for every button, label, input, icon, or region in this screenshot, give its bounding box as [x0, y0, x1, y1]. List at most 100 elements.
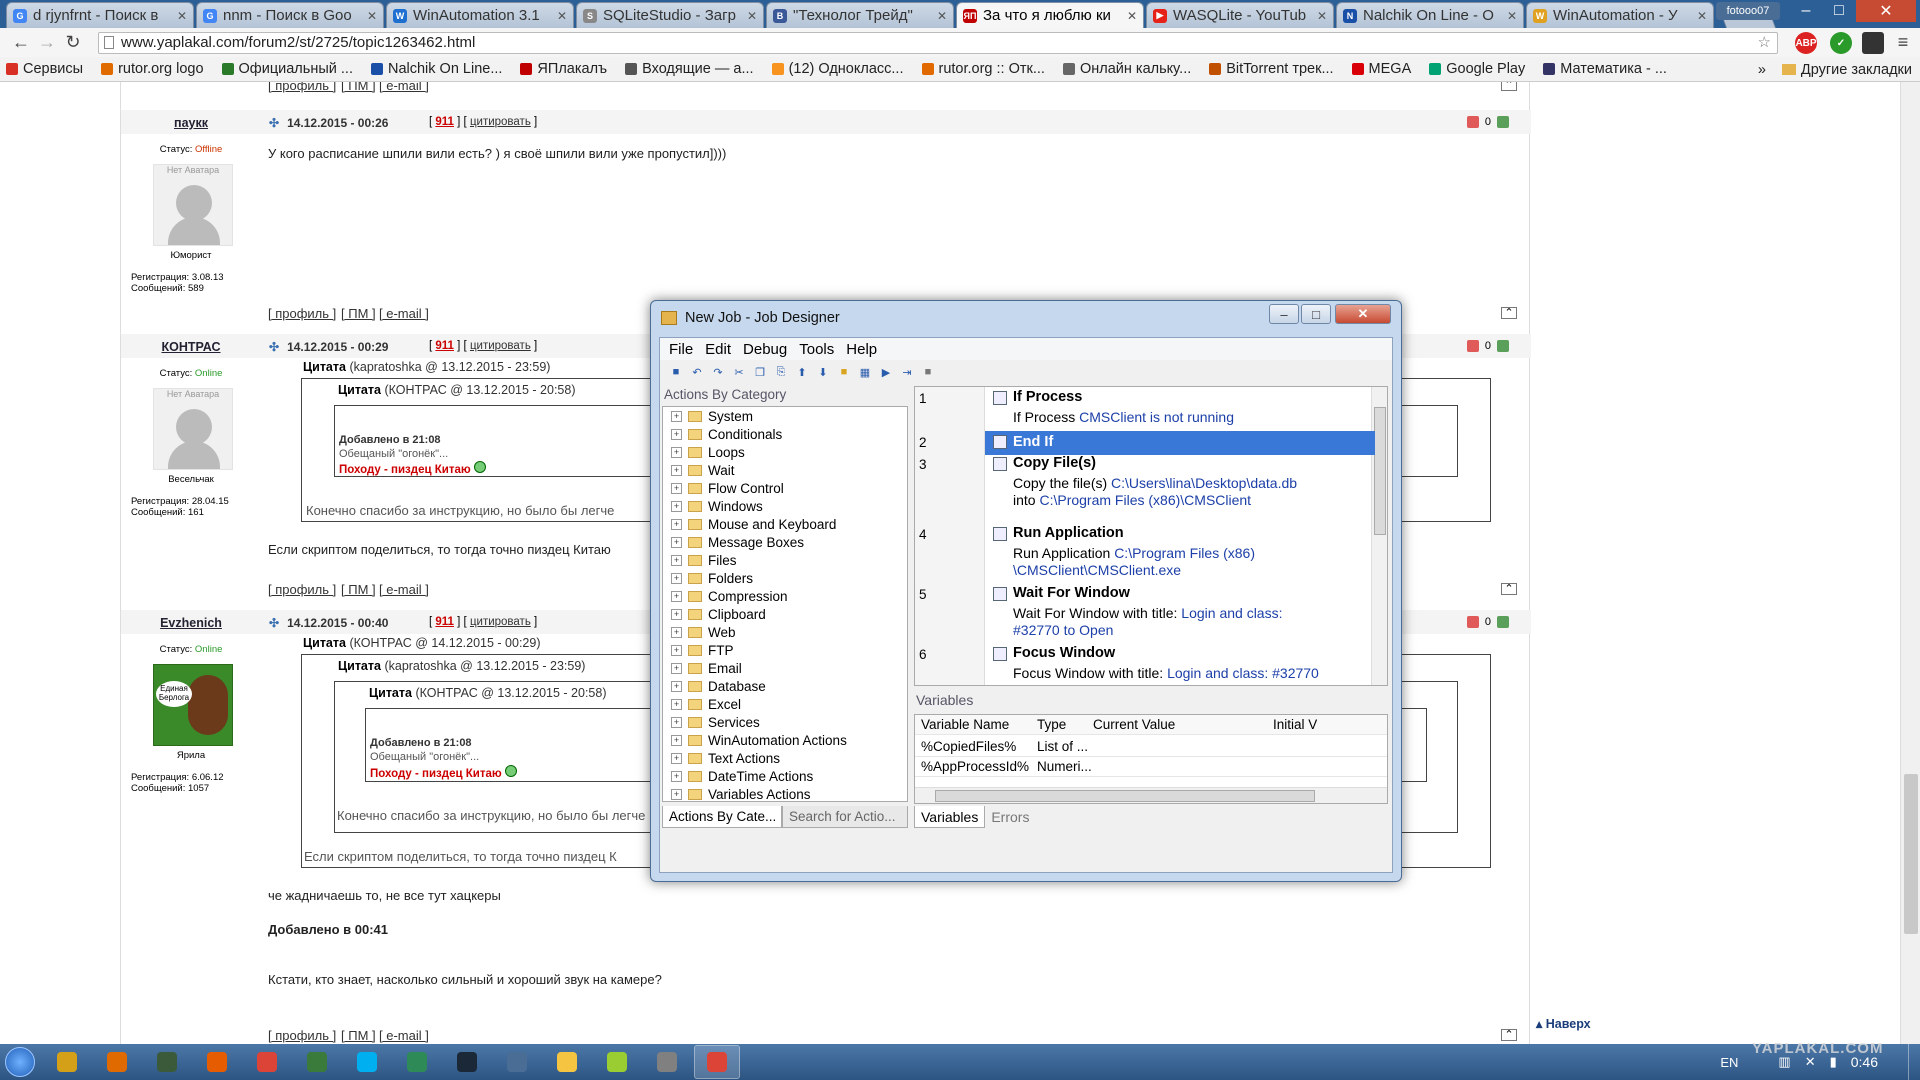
action-row[interactable]: 2 End If [915, 431, 1375, 455]
taskbar-app-button[interactable] [94, 1045, 140, 1079]
close-tab-icon[interactable]: ✕ [937, 9, 947, 23]
rating-link[interactable]: 911 [435, 340, 454, 352]
taskbar-app-button[interactable] [444, 1045, 490, 1079]
expand-icon[interactable]: + [671, 734, 682, 746]
maximize-window-button[interactable]: □ [1822, 0, 1856, 22]
expand-icon[interactable]: + [671, 752, 682, 764]
table-row[interactable]: %AppProcessId% Numeri... [915, 757, 1387, 777]
email-link[interactable]: [ e-mail ] [379, 82, 429, 93]
quote-link[interactable]: цитировать [470, 340, 531, 352]
close-tab-icon[interactable]: ✕ [1127, 9, 1137, 23]
move-down-icon[interactable]: ⬇ [815, 364, 831, 380]
column-header[interactable]: Initial V [1273, 717, 1317, 732]
close-window-button[interactable]: ✕ [1856, 0, 1916, 22]
post-author[interactable]: Evzhenich [121, 616, 261, 630]
profile-link[interactable]: [ профиль ] [268, 1028, 336, 1043]
browser-tab[interactable]: В "Технолог Трейд" ✕ [766, 2, 954, 28]
close-tab-icon[interactable]: ✕ [1697, 9, 1707, 23]
show-desktop-button[interactable] [1908, 1044, 1920, 1080]
expand-icon[interactable]: + [671, 518, 682, 530]
tree-item-category[interactable]: + DateTime Actions [663, 767, 907, 785]
taskbar-app-button[interactable] [594, 1045, 640, 1079]
reload-icon[interactable]: ↻ [60, 32, 86, 53]
vote-down-icon[interactable] [1466, 116, 1479, 128]
close-tab-icon[interactable]: ✕ [1317, 9, 1327, 23]
menu-debug[interactable]: Debug [743, 341, 787, 358]
tree-item-category[interactable]: + Database [663, 677, 907, 695]
copy-icon[interactable]: ❐ [752, 364, 768, 380]
bookmark-item[interactable]: Входящие — а... [625, 61, 754, 77]
browser-tab[interactable]: Gd rjynfrnt - Поиск в ✕ [6, 2, 194, 28]
email-link[interactable]: [ e-mail ] [379, 582, 429, 597]
extension-icon[interactable] [1862, 32, 1884, 54]
expand-icon[interactable]: + [671, 626, 682, 638]
close-button[interactable]: ✕ [1335, 304, 1391, 324]
back-icon[interactable]: ← [8, 32, 34, 53]
tab-variables[interactable]: Variables [914, 806, 986, 828]
bookmark-item[interactable]: Google Play [1429, 61, 1525, 77]
taskbar-app-button[interactable] [344, 1045, 390, 1079]
tree-item-category[interactable]: + Compression [663, 587, 907, 605]
action-row[interactable]: 1 If Process If Process CMSClient is not r… [915, 387, 1375, 431]
move-up-icon[interactable]: ⬆ [794, 364, 810, 380]
action-row[interactable]: 5 Wait For Window Wait For Window with tit… [915, 583, 1375, 643]
language-indicator[interactable]: EN [1720, 1055, 1738, 1070]
bookmark-item[interactable]: Nalchik On Line... [370, 61, 502, 77]
expand-icon[interactable]: + [671, 410, 682, 422]
taskbar-app-button[interactable] [294, 1045, 340, 1079]
bookmark-star-icon[interactable]: ☆ [1758, 33, 1771, 53]
taskbar-app-button[interactable] [394, 1045, 440, 1079]
tree-item-category[interactable]: + Folders [663, 569, 907, 587]
quote-link[interactable]: цитировать [470, 616, 531, 628]
browser-tab[interactable]: W WinAutomation 3.1 ✕ [386, 2, 574, 28]
profile-button[interactable]: fotooo07 [1716, 2, 1780, 20]
taskbar-app-button[interactable] [44, 1045, 90, 1079]
tree-item-category[interactable]: + Windows [663, 497, 907, 515]
browser-tab[interactable]: Gnnm - Поиск в Goo ✕ [196, 2, 384, 28]
minimize-button[interactable]: – [1269, 304, 1299, 324]
post-author[interactable]: КОНТРАС [121, 340, 261, 354]
close-tab-icon[interactable]: ✕ [557, 9, 567, 23]
close-tab-icon[interactable]: ✕ [177, 9, 187, 23]
expand-icon[interactable]: + [671, 770, 682, 782]
taskbar-app-button[interactable] [544, 1045, 590, 1079]
quote-link[interactable]: цитировать [470, 116, 531, 128]
tab-errors[interactable]: Errors [985, 806, 1035, 828]
close-tab-icon[interactable]: ✕ [747, 9, 757, 23]
tree-item-category[interactable]: + Files [663, 551, 907, 569]
undo-icon[interactable]: ↶ [689, 364, 705, 380]
tree-item-category[interactable]: + WinAutomation Actions [663, 731, 907, 749]
tree-item-category[interactable]: + Variables Actions [663, 785, 907, 801]
pm-link[interactable]: [ ПМ ] [341, 582, 376, 597]
tree-item-category[interactable]: + Clipboard [663, 605, 907, 623]
bookmark-item[interactable]: Математика - ... [1543, 61, 1667, 77]
tree-item-category[interactable]: + Conditionals [663, 425, 907, 443]
stop-icon[interactable]: ■ [920, 364, 936, 380]
post-link-icon[interactable]: ✣ [269, 616, 279, 630]
maximize-button[interactable]: □ [1301, 304, 1331, 324]
tree-item-category[interactable]: + Mouse and Keyboard [663, 515, 907, 533]
expand-icon[interactable]: + [671, 500, 682, 512]
expand-icon[interactable]: + [671, 482, 682, 494]
back-to-top-link[interactable]: ▴ Наверх [1536, 1016, 1591, 1031]
column-header[interactable]: Current Value [1093, 717, 1175, 732]
bookmarks-more-button[interactable]: » [1758, 62, 1766, 78]
column-header[interactable]: Variable Name [921, 717, 1009, 732]
expand-icon[interactable]: + [671, 698, 682, 710]
step-icon[interactable]: ⇥ [899, 364, 915, 380]
browser-tab[interactable]: W WinAutomation - У ✕ [1526, 2, 1714, 28]
taskbar-app-button[interactable] [144, 1045, 190, 1079]
browser-tab[interactable]: ▶ WASQLite - YouTub ✕ [1146, 2, 1334, 28]
menu-edit[interactable]: Edit [705, 341, 731, 358]
post-link-icon[interactable]: ✣ [269, 340, 279, 354]
tree-item-category[interactable]: + Email [663, 659, 907, 677]
run-icon[interactable]: ▶ [878, 364, 894, 380]
tree-item-category[interactable]: + Flow Control [663, 479, 907, 497]
rating-link[interactable]: 911 [435, 116, 454, 128]
scroll-top-icon[interactable]: ⌃ [1501, 583, 1517, 595]
expand-icon[interactable]: + [671, 716, 682, 728]
tree-item-category[interactable]: + Services [663, 713, 907, 731]
expand-icon[interactable]: + [671, 608, 682, 620]
post-author[interactable]: паукк [121, 116, 261, 130]
adblock-icon[interactable]: ABP [1795, 32, 1817, 54]
